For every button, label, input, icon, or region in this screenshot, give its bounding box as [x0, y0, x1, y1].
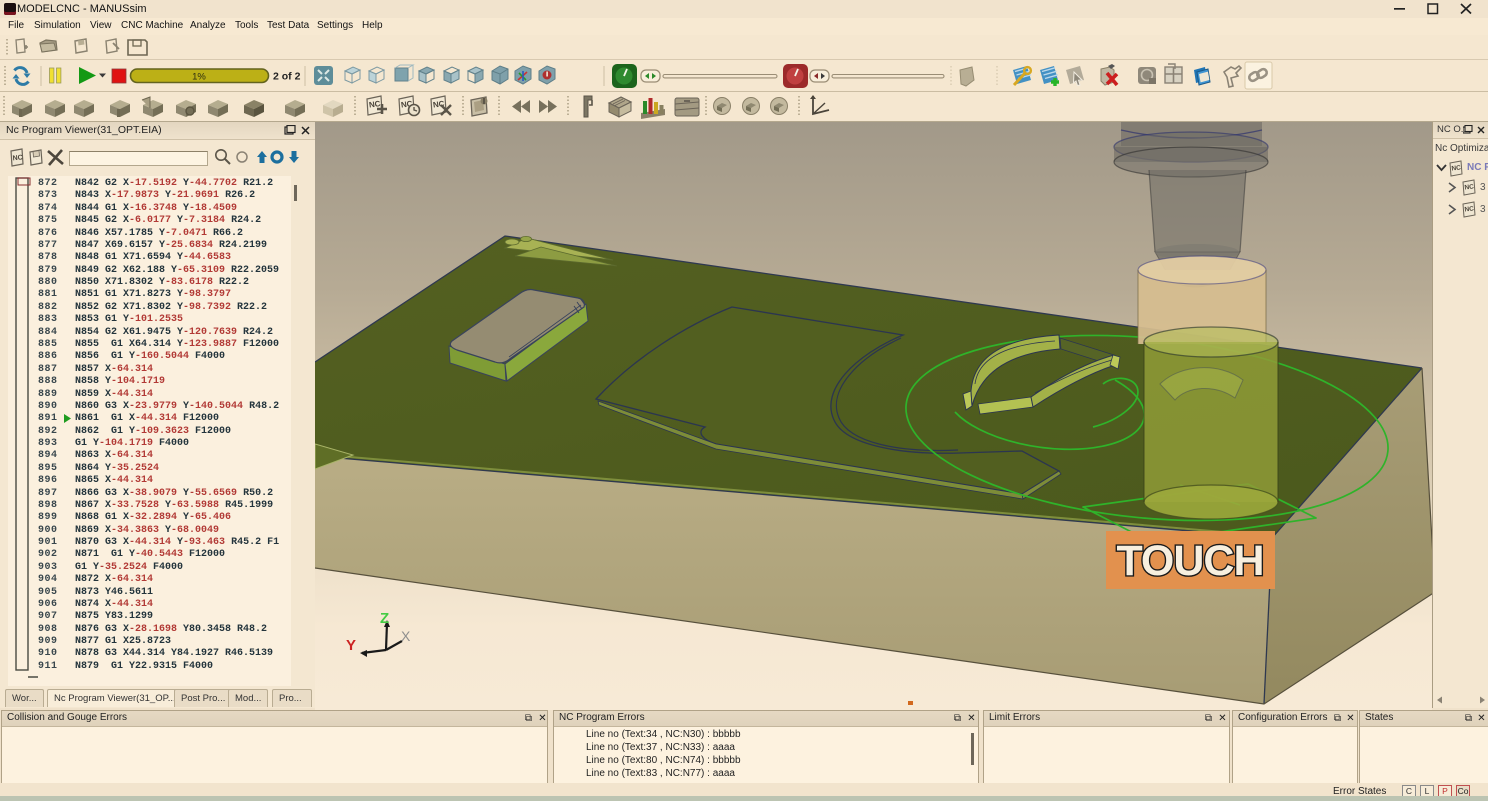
svg-text:2 of 2: 2 of 2	[273, 71, 301, 83]
svg-text:1%: 1%	[192, 72, 206, 83]
svg-text:NC: NC	[12, 154, 23, 162]
svg-text:X: X	[401, 628, 411, 644]
svg-text:Y: Y	[346, 637, 356, 654]
svg-text:NC: NC	[1451, 164, 1461, 172]
svg-text:Z: Z	[380, 610, 389, 627]
svg-text:NC: NC	[1464, 205, 1474, 213]
svg-text:TOUCH: TOUCH	[1116, 537, 1263, 585]
svg-text:NC: NC	[1464, 183, 1474, 191]
